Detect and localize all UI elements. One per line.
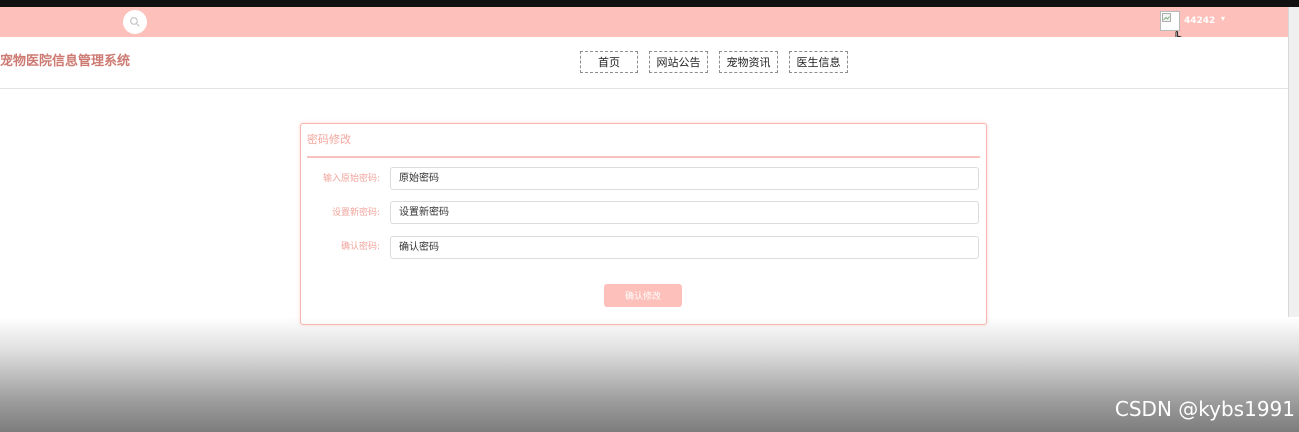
site-header xyxy=(0,37,1288,89)
scrollbar-track[interactable] xyxy=(1288,7,1299,317)
top-bar xyxy=(0,7,1288,37)
original-password-label: 输入原始密码: xyxy=(322,174,380,184)
nav-doctor-info[interactable]: 医生信息 xyxy=(789,51,848,73)
window-top-edge xyxy=(0,0,1299,7)
watermark: CSDN @kybs1991 xyxy=(1114,397,1295,421)
new-password-input[interactable] xyxy=(390,201,979,224)
site-title[interactable]: 宠物医院信息管理系统 xyxy=(0,50,130,69)
nav-announcements[interactable]: 网站公告 xyxy=(649,51,708,73)
nav-home[interactable]: 首页 xyxy=(580,51,638,73)
bottom-overlay xyxy=(0,317,1299,432)
username[interactable]: 44242 xyxy=(1184,16,1215,26)
card-title: 密码修改 xyxy=(307,133,351,146)
avatar[interactable] xyxy=(1160,11,1180,31)
original-password-input[interactable] xyxy=(390,167,979,190)
confirm-password-label: 确认密码: xyxy=(340,242,380,252)
confirm-password-input[interactable] xyxy=(390,236,979,259)
chevron-down-icon[interactable]: ▾ xyxy=(1221,14,1225,23)
search-button[interactable] xyxy=(123,10,147,34)
card-divider xyxy=(307,156,980,158)
search-icon xyxy=(129,13,141,32)
confirm-change-button[interactable]: 确认修改 xyxy=(604,284,682,307)
broken-image-icon xyxy=(1162,13,1171,22)
nav-pet-news[interactable]: 宠物资讯 xyxy=(719,51,778,73)
new-password-label: 设置新密码: xyxy=(331,208,380,218)
